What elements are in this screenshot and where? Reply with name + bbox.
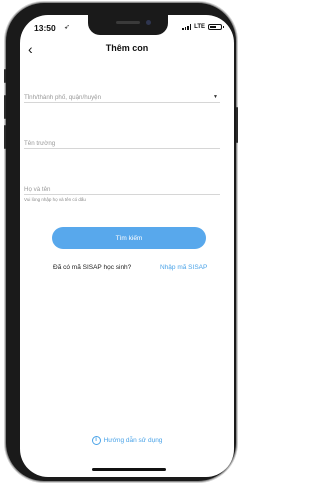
screen: 13:50 ➶ LTE ‹ Thêm con Tỉnh/thành phố, q…: [20, 15, 234, 477]
battery-level: [210, 26, 216, 28]
student-name-field[interactable]: Họ và tên: [24, 185, 220, 195]
navigation-bar: ‹ Thêm con: [20, 39, 234, 61]
user-guide-link[interactable]: i Hướng dẫn sử dụng: [20, 436, 234, 445]
name-placeholder: Họ và tên: [24, 186, 51, 193]
home-indicator[interactable]: [92, 468, 166, 471]
school-name-field[interactable]: Tên trường: [24, 139, 220, 149]
volume-up-button: [4, 95, 6, 119]
enter-sisap-link[interactable]: Nhập mã SISAP: [160, 264, 207, 271]
location-icon: ➶: [64, 24, 70, 31]
dropdown-arrow-icon: ▼: [213, 94, 218, 100]
user-guide-label: Hướng dẫn sử dụng: [103, 437, 163, 444]
info-icon: i: [91, 436, 101, 445]
volume-down-button: [4, 125, 6, 149]
power-button: [236, 107, 238, 143]
network-type: LTE: [194, 24, 205, 30]
status-indicators: LTE: [182, 24, 224, 30]
name-hint: Vui lòng nhập họ và tên có dấu: [24, 197, 86, 202]
school-placeholder: Tên trường: [24, 140, 56, 147]
status-time: 13:50: [34, 23, 56, 33]
battery-icon: [208, 24, 224, 30]
search-button[interactable]: Tìm kiếm: [52, 227, 206, 249]
front-camera: [146, 20, 151, 25]
signal-icon: [182, 24, 192, 30]
province-placeholder: Tỉnh/thành phố, quận/huyện: [24, 94, 102, 101]
notch: [88, 15, 168, 35]
silent-switch: [4, 69, 6, 83]
phone-frame: 13:50 ➶ LTE ‹ Thêm con Tỉnh/thành phố, q…: [4, 3, 238, 481]
sisap-question: Đã có mã SISAP học sinh?: [53, 264, 132, 271]
page-title: Thêm con: [105, 43, 149, 53]
province-district-select[interactable]: Tỉnh/thành phố, quận/huyện ▼: [24, 93, 220, 103]
speaker-grille: [116, 21, 140, 24]
